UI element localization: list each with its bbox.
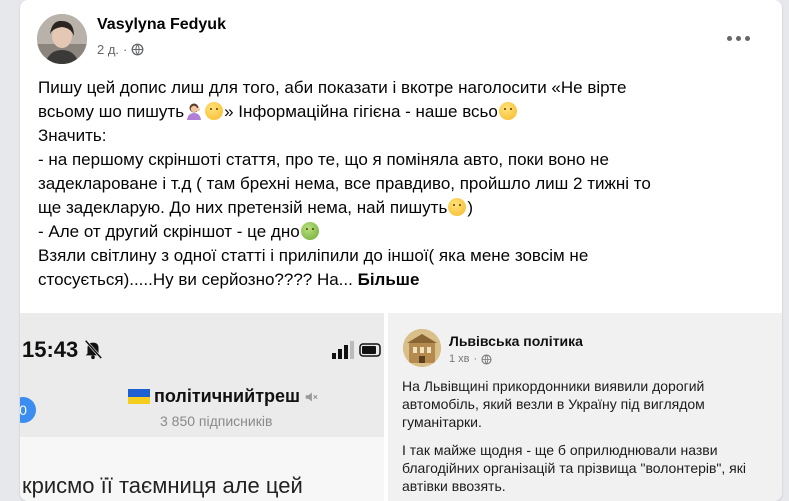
building-icon xyxy=(403,329,441,367)
status-bar-time: 15:43 xyxy=(22,337,79,362)
text-line: задекларoване і т.д ( там брехні нема, в… xyxy=(38,174,651,193)
author-name[interactable]: Vasylyna Fedyuk xyxy=(97,16,226,34)
more-options-button[interactable] xyxy=(720,24,756,52)
speaker-muted-icon xyxy=(305,392,318,401)
upside-down-face-emoji-icon xyxy=(448,198,467,216)
text-line: Пишу цей допис лиш для того, аби показат… xyxy=(38,78,627,97)
smiling-face-emoji-icon xyxy=(498,102,517,120)
subscriber-count: 3 850 підписників xyxy=(160,413,273,429)
message-text: крисмо її таємниця але цей xyxy=(22,473,303,498)
text-line: всьому шо пишуть» Інформаційна гігієна -… xyxy=(38,100,762,124)
author-avatar[interactable] xyxy=(37,14,87,64)
screenshot-facebook[interactable]: Львівська політика 1 хв · На Львівщині п… xyxy=(388,313,782,501)
woman-facepalm-emoji-icon xyxy=(185,102,203,120)
rolling-eyes-emoji-icon xyxy=(205,102,224,120)
post-meta: 2 д. · xyxy=(97,42,144,57)
text-line: Значить: xyxy=(38,126,107,145)
text-line: - Але от другий скріншот - це дно xyxy=(38,220,762,244)
ukraine-flag-icon xyxy=(128,389,150,404)
muted-bell-icon xyxy=(84,339,103,360)
dot-icon xyxy=(744,35,750,41)
dot-icon xyxy=(726,35,732,41)
page-post-text: На Львівщині прикордонники виявили дорог… xyxy=(402,377,774,495)
page-paragraph: І так майже щодня - ще б оприлюднювали н… xyxy=(402,442,746,494)
post-card: Vasylyna Fedyuk 2 д. · Пишу цей допис ли… xyxy=(20,0,782,501)
dot-icon xyxy=(735,35,741,41)
channel-title-row: політичнийтреш xyxy=(128,386,318,407)
page-paragraph: На Львівщині прикордонники виявили дорог… xyxy=(402,378,705,430)
page-post-time: 1 хв xyxy=(449,353,470,365)
screenshot-telegram[interactable]: 15:43 0 політичнийтреш 3 850 підписників… xyxy=(20,313,384,501)
nauseated-face-emoji-icon xyxy=(300,222,319,240)
page-avatar xyxy=(403,329,441,367)
globe-icon xyxy=(131,43,144,56)
see-more-link[interactable]: Більше xyxy=(358,270,420,289)
text-line: - на першому скріншоті стаття, про те, щ… xyxy=(38,150,609,169)
post-text: Пишу цей допис лиш для того, аби показат… xyxy=(38,76,762,292)
post-time[interactable]: 2 д. xyxy=(97,42,119,57)
channel-name: політичнийтреш xyxy=(154,386,301,406)
text-line: Взяли світлину з одної статті і приліпил… xyxy=(38,246,589,265)
post-media[interactable]: 15:43 0 політичнийтреш 3 850 підписників… xyxy=(20,313,782,501)
avatar-photo xyxy=(37,14,87,64)
text-line: стосується).....Ну ви серйозно???? На...… xyxy=(38,270,420,289)
text-line: ще задекларую. До них претензій нема, на… xyxy=(38,198,473,217)
globe-icon xyxy=(481,353,492,365)
page-post-meta: 1 хв · xyxy=(449,353,492,365)
signal-battery-icon xyxy=(332,341,381,359)
page-name: Львівська політика xyxy=(449,333,583,349)
